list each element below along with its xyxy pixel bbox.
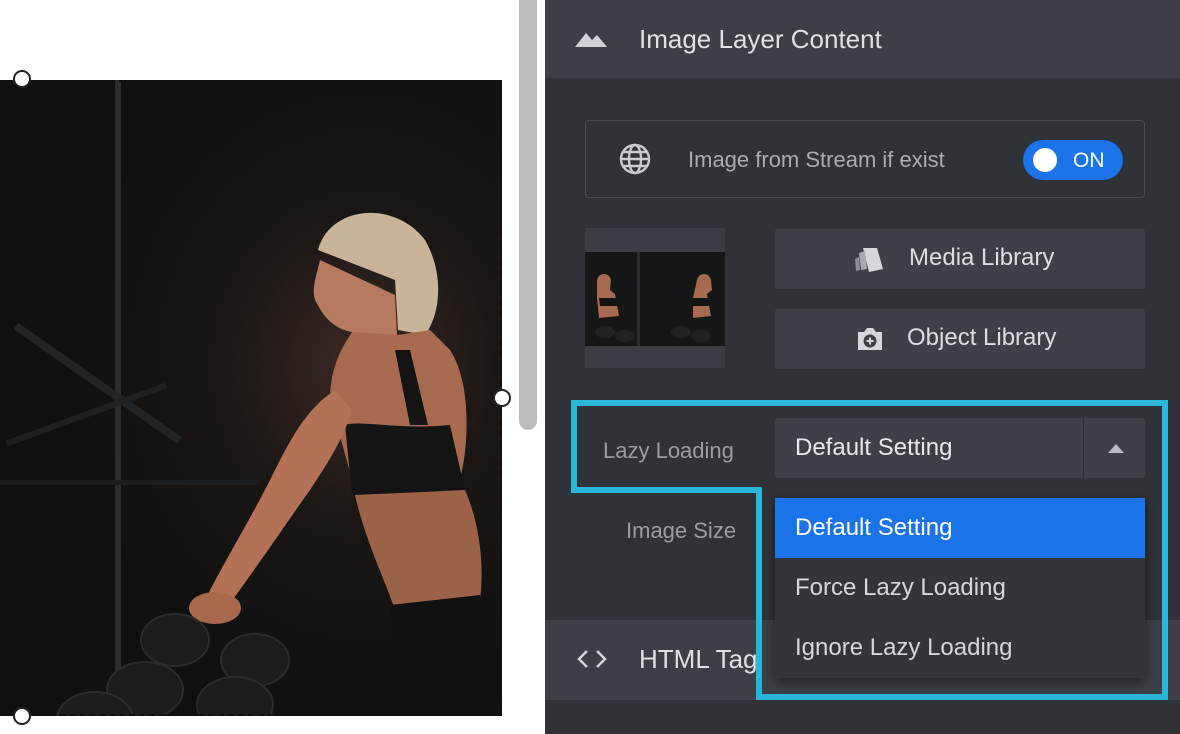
html-tag-title: HTML Tag — [639, 644, 758, 674]
media-library-icon — [855, 248, 883, 272]
stream-option-box: Image from Stream if exist ON — [585, 120, 1145, 198]
option-label: Default Setting — [795, 514, 953, 541]
object-library-button[interactable]: Object Library — [775, 309, 1145, 369]
resize-handle-top-left[interactable] — [13, 70, 31, 88]
option-label: Ignore Lazy Loading — [795, 634, 1013, 661]
image-size-label: Image Size — [626, 518, 737, 543]
lazy-loading-label: Lazy Loading — [603, 438, 734, 463]
panel-header[interactable]: Image Layer Content — [545, 0, 1180, 78]
resize-handle-bottom-left[interactable] — [13, 707, 31, 725]
lazy-loading-dropdown: Default Setting Force Lazy Loading Ignor… — [775, 498, 1145, 678]
stream-label: Image from Stream if exist — [688, 147, 945, 172]
image-thumbnail[interactable] — [585, 228, 725, 368]
code-icon — [577, 650, 607, 668]
camera-icon — [858, 328, 882, 350]
settings-panel: Image Layer Content Image from Stream if… — [545, 0, 1180, 734]
panel-title: Image Layer Content — [639, 24, 882, 54]
lazy-loading-value: Default Setting — [795, 434, 953, 461]
option-ignore-lazy-loading[interactable]: Ignore Lazy Loading — [775, 618, 1145, 678]
option-force-lazy-loading[interactable]: Force Lazy Loading — [775, 558, 1145, 618]
editor-canvas — [0, 0, 545, 734]
media-library-button[interactable]: Media Library — [775, 229, 1145, 289]
resize-handle-right[interactable] — [493, 389, 511, 407]
thumbnail-image — [585, 252, 725, 346]
chevron-up-icon — [1108, 444, 1124, 453]
lazy-loading-select[interactable]: Default Setting — [775, 418, 1145, 478]
mountain-icon — [575, 33, 607, 47]
toggle-state: ON — [1073, 149, 1105, 172]
stream-toggle[interactable]: ON — [1023, 140, 1123, 180]
toggle-knob — [1033, 148, 1057, 172]
gym-photo — [0, 80, 502, 716]
object-library-label: Object Library — [907, 324, 1057, 351]
media-library-label: Media Library — [909, 244, 1055, 271]
canvas-scrollbar[interactable] — [519, 0, 537, 430]
option-label: Force Lazy Loading — [795, 574, 1006, 601]
layer-image[interactable] — [0, 80, 502, 716]
globe-icon — [619, 143, 651, 175]
option-default-setting[interactable]: Default Setting — [775, 498, 1145, 558]
select-divider — [1083, 418, 1084, 478]
